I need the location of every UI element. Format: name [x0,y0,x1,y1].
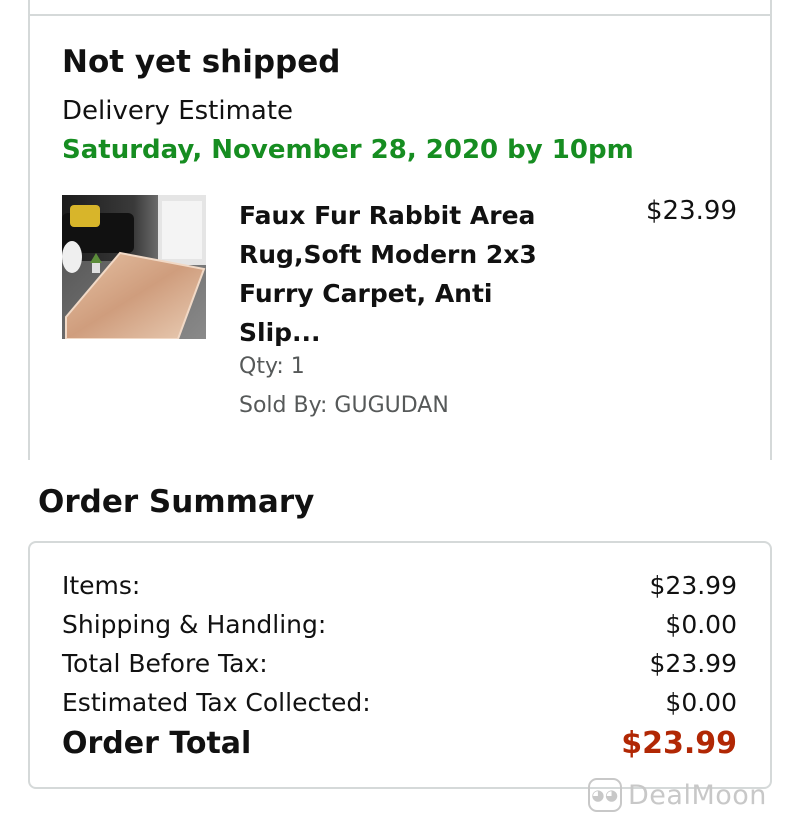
summary-row-value: $0.00 [665,609,737,639]
summary-row-label: Estimated Tax Collected: [62,687,371,717]
summary-row-value: $23.99 [649,570,737,600]
product-title-link[interactable]: Faux Fur Rabbit Area Rug,Soft Modern 2x3… [239,196,549,352]
product-title-line: Rug,Soft Modern 2x3 [239,240,537,269]
summary-row-total-before-tax: Total Before Tax: $23.99 [62,644,737,682]
product-quantity: Qty: 1 [239,354,305,379]
summary-row-label: Shipping & Handling: [62,609,327,639]
product-title-line: Faux Fur Rabbit Area [239,201,536,230]
dealmoon-logo-icon: ◕◕ [588,778,622,812]
summary-row-label: Items: [62,570,141,600]
order-summary-heading: Order Summary [38,484,315,520]
summary-row-order-total: Order Total $23.99 [62,724,737,762]
summary-row-value: $23.99 [649,648,737,678]
order-total-label: Order Total [62,725,252,761]
product-title-line: Slip... [239,318,321,347]
delivery-date: Saturday, November 28, 2020 by 10pm [62,135,634,165]
rug-product-photo-icon [62,195,206,339]
card-top-divider [30,14,770,16]
summary-row-value: $0.00 [665,687,737,717]
product-image[interactable] [62,195,206,339]
summary-row-items: Items: $23.99 [62,566,737,604]
shipment-status: Not yet shipped [62,44,341,80]
delivery-estimate-label: Delivery Estimate [62,96,294,126]
summary-row-shipping: Shipping & Handling: $0.00 [62,605,737,643]
product-seller: Sold By: GUGUDAN [239,393,449,418]
summary-row-label: Total Before Tax: [62,648,268,678]
product-price: $23.99 [646,196,737,226]
order-total-value: $23.99 [621,725,737,761]
summary-row-tax: Estimated Tax Collected: $0.00 [62,683,737,721]
product-title-line: Furry Carpet, Anti [239,279,493,308]
watermark: ◕◕ DealMoon [588,778,767,812]
watermark-text: DealMoon [628,779,767,811]
